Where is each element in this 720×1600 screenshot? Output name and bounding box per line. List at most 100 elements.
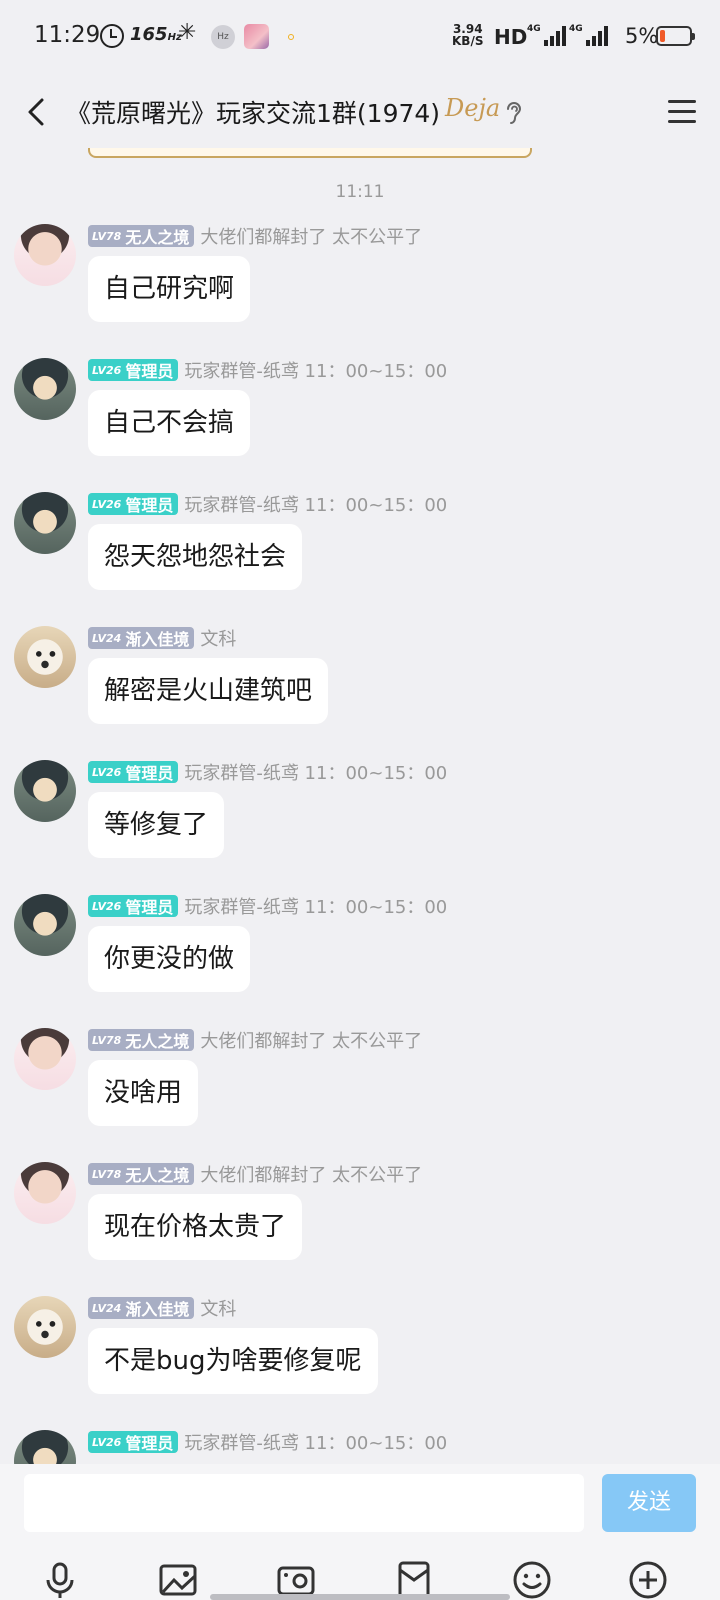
send-button[interactable]: 发送 [602,1474,696,1532]
message-bubble[interactable]: 自己不会搞 [88,390,251,456]
message-bubble[interactable]: 解密是火山建筑吧 [88,658,329,724]
chat-header: 《荒原曙光》玩家交流1群(1974) Deja [0,72,720,152]
avatar[interactable] [14,626,76,688]
message-bubble[interactable]: 自己研究啊 [88,256,251,322]
notification-dot-icon [288,34,294,40]
battery-percent: 5% [625,24,659,48]
level-badge: LV26 管理员 [88,895,179,917]
signal-icon-2: 4G [569,24,608,46]
status-bar: 11:29 165Hz ✳ Hz 3.94 KB/S HD 4G 4G 5% [0,0,720,72]
level-number: LV24 [92,631,122,645]
time-separator: 11:11 [335,182,385,202]
avatar[interactable] [14,224,76,286]
level-badge: LV26 管理员 [88,359,179,381]
alarm-icon [100,24,124,48]
hd-indicator: HD [494,25,528,49]
chat-message: LV78 无人之境 大佬们都解封了 太不公平了 没啥用 [0,1016,720,1150]
level-badge: LV24 渐入佳境 [88,1297,195,1319]
pinned-banner-edge[interactable] [88,148,532,158]
battery-icon [656,26,695,46]
sender-nickname[interactable]: 玩家群管-纸鸢 11：00~15：00 [184,893,447,919]
sender-meta: LV24 渐入佳境 文科 [88,626,236,650]
chat-message: LV26 管理员 玩家群管-纸鸢 11：00~15：00 你更没的做 [0,882,720,1016]
sender-meta: LV26 管理员 玩家群管-纸鸢 11：00~15：00 [88,358,447,382]
message-bubble[interactable]: 没啥用 [88,1060,199,1126]
level-number: LV78 [92,1033,122,1047]
avatar[interactable] [14,492,76,554]
badge-title: 管理员 [125,1434,174,1453]
avatar[interactable] [14,358,76,420]
level-number: LV78 [92,1167,122,1181]
badge-title: 无人之境 [125,228,190,247]
badge-title: 渐入佳境 [125,1300,190,1319]
signal-label-2: 4G [569,24,583,34]
level-number: LV26 [92,1435,122,1449]
emoji-icon[interactable] [512,1560,552,1600]
back-arrow-icon[interactable] [20,94,56,130]
composer: 发送 [0,1464,720,1600]
level-badge: LV26 管理员 [88,493,179,515]
badge-title: 渐入佳境 [125,630,190,649]
message-bubble[interactable]: 不是bug为啥要修复呢 [88,1328,378,1394]
image-icon[interactable] [158,1560,198,1600]
chat-message: LV78 无人之境 大佬们都解封了 太不公平了现在价格太贵了 [0,1150,720,1284]
badge-title: 管理员 [125,764,174,783]
chat-message: LV24 渐入佳境 文科解密是火山建筑吧 [0,614,720,748]
messages: LV78 无人之境 大佬们都解封了 太不公平了 自己研究啊 LV26 管理员 玩家群管-纸鸢… [0,212,720,1464]
message-bubble[interactable]: 怨天怨地怨社会 [88,524,303,590]
level-badge: LV26 管理员 [88,761,179,783]
level-badge: LV78 无人之境 [88,1163,195,1185]
level-badge: LV78 无人之境 [88,225,195,247]
sender-nickname[interactable]: 文科 [200,1295,236,1321]
microphone-icon[interactable] [40,1560,80,1600]
badge-title: 无人之境 [125,1032,190,1051]
avatar[interactable] [14,760,76,822]
badge-title: 管理员 [125,898,174,917]
app-notification-icon [244,24,269,49]
sender-nickname[interactable]: 玩家群管-纸鸢 11：00~15：00 [184,491,447,517]
avatar[interactable] [14,1162,76,1224]
bluetooth-icon: ✳ [178,20,197,45]
chat-message: LV26 管理员 玩家群管-纸鸢 11：00~15：00 自己不会搞 [0,346,720,480]
level-number: LV78 [92,229,122,243]
plus-icon[interactable] [628,1560,668,1600]
status-time: 11:29 [34,22,101,48]
chat-message: LV26 管理员 玩家群管-纸鸢 11：00~15：00 [0,1418,720,1464]
ear-icon[interactable] [504,100,524,126]
net-speed-unit: KB/S [452,34,484,48]
message-list[interactable]: 11:11 LV78 无人之境 大佬们都解封了 太不公平了 自己研究啊 LV26 管理员玩… [0,160,720,1464]
sender-nickname[interactable]: 文科 [200,625,236,651]
sender-meta: LV78 无人之境 大佬们都解封了 太不公平了 [88,1162,422,1186]
avatar[interactable] [14,1296,76,1358]
sender-nickname[interactable]: 大佬们都解封了 太不公平了 [200,223,422,249]
group-title[interactable]: 《荒原曙光》玩家交流1群(1974) [66,94,440,130]
avatar[interactable] [14,1430,76,1464]
hz-badge-icon: Hz [211,25,235,49]
sender-nickname[interactable]: 大佬们都解封了 太不公平了 [200,1027,422,1053]
badge-title: 管理员 [125,362,174,381]
message-bubble[interactable]: 等修复了 [88,792,225,858]
net-speed: 3.94 KB/S [452,23,483,47]
message-bubble[interactable]: 你更没的做 [88,926,251,992]
badge-title: 无人之境 [125,1166,190,1185]
level-number: LV26 [92,899,122,913]
signal-icon: 4G [527,24,566,46]
sender-nickname[interactable]: 玩家群管-纸鸢 11：00~15：00 [184,759,447,785]
menu-icon[interactable] [668,100,696,124]
level-badge: LV24 渐入佳境 [88,627,195,649]
sender-meta: LV26 管理员 玩家群管-纸鸢 11：00~15：00 [88,492,447,516]
avatar[interactable] [14,1028,76,1090]
message-input[interactable] [24,1474,584,1532]
home-indicator[interactable] [210,1594,510,1600]
sender-nickname[interactable]: 玩家群管-纸鸢 11：00~15：00 [184,357,447,383]
chat-message: LV24 渐入佳境 文科不是bug为啥要修复呢 [0,1284,720,1418]
sender-meta: LV26 管理员 玩家群管-纸鸢 11：00~15：00 [88,1430,447,1454]
refresh-rate: 165Hz [130,24,182,45]
sender-nickname[interactable]: 大佬们都解封了 太不公平了 [200,1161,422,1187]
chat-message: LV26 管理员 玩家群管-纸鸢 11：00~15：00 等修复了 [0,748,720,882]
sender-meta: LV26 管理员 玩家群管-纸鸢 11：00~15：00 [88,894,447,918]
sender-nickname[interactable]: 玩家群管-纸鸢 11：00~15：00 [184,1429,447,1455]
avatar[interactable] [14,894,76,956]
level-badge: LV78 无人之境 [88,1029,195,1051]
message-bubble[interactable]: 现在价格太贵了 [88,1194,303,1260]
